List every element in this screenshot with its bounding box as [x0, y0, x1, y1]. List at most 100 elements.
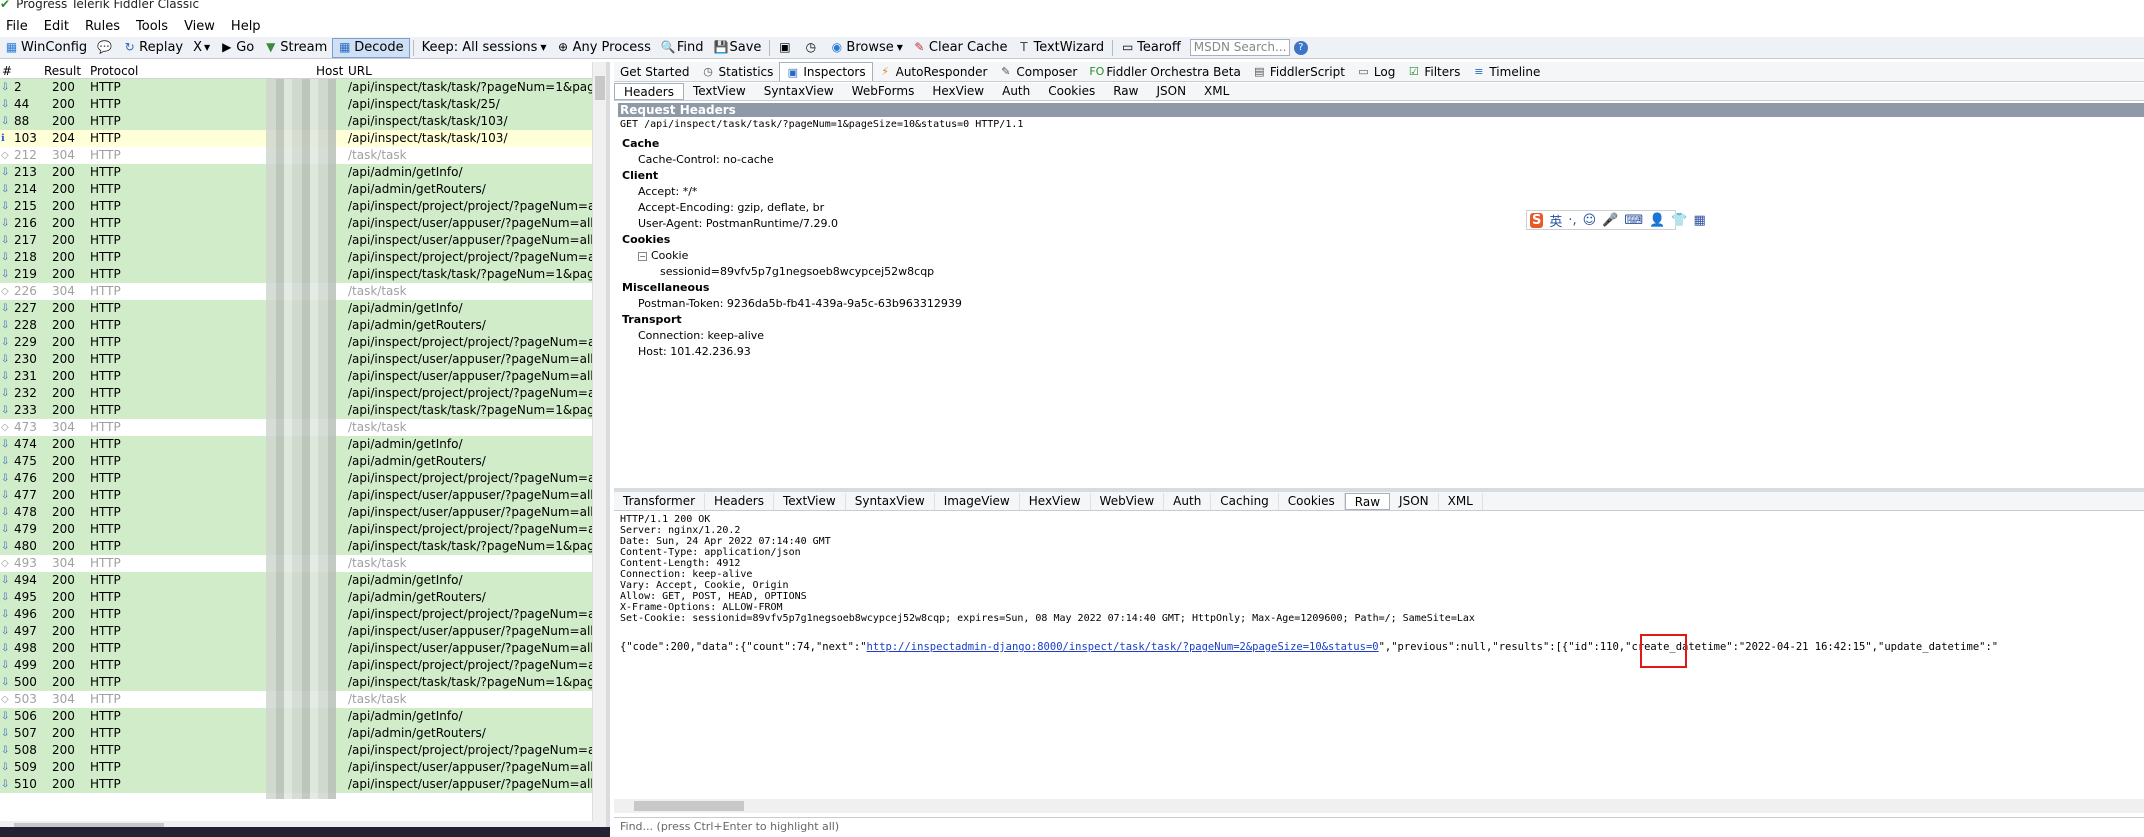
header-value[interactable]: Host: 101.42.236.93 [622, 344, 2122, 360]
header-value[interactable]: Accept-Encoding: gzip, deflate, br [622, 200, 2122, 216]
col-host[interactable]: Host [316, 64, 343, 78]
keyboard-icon[interactable]: ⌨ [1624, 213, 1643, 228]
response-tab-caching[interactable]: Caching [1211, 492, 1279, 510]
menu-edit[interactable]: Edit [44, 19, 69, 34]
menu-file[interactable]: File [6, 19, 28, 34]
menu-view[interactable]: View [184, 19, 215, 34]
tab-filters[interactable]: ☑ Filters [1401, 62, 1466, 81]
scrollbar-thumb[interactable] [595, 76, 605, 100]
header-value[interactable]: Cache-Control: no-cache [622, 152, 2122, 168]
stream-button[interactable]: ▼ Stream [259, 38, 332, 58]
session-num: 474 [14, 437, 37, 451]
tab-autoresponder[interactable]: ⚡ AutoResponder [873, 62, 994, 81]
next-page-link[interactable]: http://inspectadmin-django:8000/inspect/… [867, 641, 1379, 653]
tab-fiddlerscript[interactable]: ▤ FiddlerScript [1247, 62, 1351, 81]
tab-log[interactable]: ▭ Log [1351, 62, 1401, 81]
find-button[interactable]: 🔍 Find [656, 38, 709, 58]
response-inspector-tabs: Transformer Headers TextView SyntaxView Imag… [614, 492, 2144, 511]
tearoff-button[interactable]: ▭ Tearoff [1116, 38, 1186, 58]
response-tab-headers[interactable]: Headers [705, 492, 774, 510]
request-tab-raw[interactable]: Raw [1104, 83, 1147, 100]
header-value[interactable]: Postman-Token: 9236da5b-fb41-439a-9a5c-6… [622, 296, 2122, 312]
header-value[interactable]: Connection: keep-alive [622, 328, 2122, 344]
response-tab-auth[interactable]: Auth [1164, 492, 1212, 510]
session-url: /api/inspect/user/appuser/?pageNum=all&u… [348, 777, 592, 791]
session-url: /api/admin/getRouters/ [348, 318, 486, 332]
save-button[interactable]: 💾 Save [708, 38, 766, 58]
request-tab-cookies[interactable]: Cookies [1039, 83, 1104, 100]
session-num: 233 [14, 403, 37, 417]
request-tab-xml[interactable]: XML [1195, 83, 1238, 100]
emoji-icon[interactable]: ☺ [1583, 213, 1597, 228]
response-tab-textview[interactable]: TextView [774, 492, 846, 510]
col-num[interactable]: # [2, 64, 12, 78]
request-tab-hexview[interactable]: HexView [923, 83, 993, 100]
sogou-icon[interactable]: S [1530, 212, 1544, 228]
request-tab-webforms[interactable]: WebForms [843, 83, 924, 100]
go-button[interactable]: ▶ Go [215, 38, 259, 58]
session-num: 230 [14, 352, 37, 366]
clear-cache-button[interactable]: ✎ Clear Cache [908, 38, 1013, 58]
tab-get-started[interactable]: Get Started [614, 62, 696, 81]
response-tab-imageview[interactable]: ImageView [935, 492, 1020, 510]
remove-button[interactable]: X ▼ [188, 38, 215, 58]
scrollbar-thumb[interactable] [634, 801, 744, 811]
response-tab-transformer[interactable]: Transformer [614, 492, 706, 510]
tab-composer[interactable]: ✎ Composer [993, 62, 1083, 81]
decode-button[interactable]: ▦ Decode [332, 37, 410, 58]
response-tab-xml[interactable]: XML [1439, 492, 1483, 510]
menu-rules[interactable]: Rules [85, 19, 120, 34]
winconfig-button[interactable]: ▦ WinConfig [0, 38, 92, 58]
response-tab-syntaxview[interactable]: SyntaxView [846, 492, 935, 510]
col-protocol[interactable]: Protocol [90, 64, 138, 78]
punctuation-icon[interactable]: ·, [1568, 213, 1576, 228]
response-tab-raw[interactable]: Raw [1344, 492, 1391, 510]
browse-button[interactable]: ◉ Browse ▼ [825, 38, 908, 58]
menu-tools[interactable]: Tools [136, 19, 168, 34]
session-list-vertical-scrollbar[interactable] [592, 62, 606, 821]
timer-button[interactable]: ◷ [799, 38, 825, 58]
skin-icon[interactable]: 👕 [1671, 213, 1687, 228]
menu-help[interactable]: Help [231, 19, 261, 34]
stream-icon: ▼ [266, 40, 276, 54]
tab-fiddler-orchestra-beta[interactable]: FO Fiddler Orchestra Beta [1083, 62, 1247, 81]
session-result: 200 [52, 437, 75, 451]
response-tab-webview[interactable]: WebView [1091, 492, 1165, 510]
header-category-client: Client [622, 169, 659, 182]
microphone-icon[interactable]: 🎤 [1602, 213, 1618, 228]
header-value[interactable]: Accept: */* [622, 184, 2122, 200]
ime-toolbar[interactable]: S 英 ·, ☺ 🎤 ⌨ 👤 👕 ▦ [1526, 210, 1706, 230]
response-tab-cookies[interactable]: Cookies [1279, 492, 1345, 510]
request-tab-headers[interactable]: Headers [614, 83, 684, 100]
msdn-search-input[interactable]: MSDN Search... [1189, 39, 1290, 56]
tab-timeline[interactable]: ≡ Timeline [1466, 62, 1546, 81]
textwizard-button[interactable]: T TextWizard [1012, 38, 1109, 58]
header-value[interactable]: sessionid=89vfv5p7g1negsoeb8wcypcej52w8c… [622, 264, 2122, 280]
tab-statistics[interactable]: ◷ Statistics [696, 62, 780, 81]
request-tab-auth[interactable]: Auth [993, 83, 1039, 100]
help-icon[interactable]: ? [1293, 40, 1308, 55]
grid-icon[interactable]: ▦ [1694, 213, 1706, 228]
user-icon[interactable]: 👤 [1649, 213, 1665, 228]
any-process-button[interactable]: ⊕ Any Process [552, 38, 656, 58]
comment-button[interactable]: 💬 [92, 38, 118, 58]
ime-language[interactable]: 英 [1549, 211, 1562, 230]
header-value[interactable]: User-Agent: PostmanRuntime/7.29.0 [622, 216, 2122, 232]
response-tab-json[interactable]: JSON [1390, 492, 1439, 510]
col-url[interactable]: URL [348, 64, 372, 78]
request-tab-syntaxview[interactable]: SyntaxView [755, 83, 843, 100]
session-type-icon: ◇ [1, 422, 9, 433]
cookie-node[interactable]: − Cookie [622, 248, 2122, 264]
tab-inspectors[interactable]: ▣ Inspectors [779, 62, 873, 81]
session-result: 200 [52, 114, 75, 128]
request-tab-textview[interactable]: TextView [684, 83, 755, 100]
keep-sessions-dropdown[interactable]: Keep: All sessions ▼ [417, 38, 552, 58]
find-input[interactable]: Find... (press Ctrl+Enter to highlight a… [614, 817, 2144, 837]
request-tab-json[interactable]: JSON [1147, 83, 1195, 100]
response-horizontal-scrollbar[interactable] [614, 799, 2144, 813]
response-tab-hexview[interactable]: HexView [1020, 492, 1091, 510]
col-result[interactable]: Result [44, 64, 81, 78]
replay-button[interactable]: ↻ Replay [118, 38, 188, 58]
screenshot-button[interactable]: ▣ [773, 38, 799, 58]
collapse-icon[interactable]: − [638, 252, 647, 261]
